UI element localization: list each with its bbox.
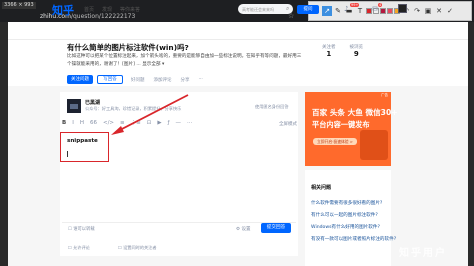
ad-tag: 广告 [381, 93, 388, 97]
avatar[interactable] [398, 4, 407, 13]
bottom-options-bar [60, 242, 298, 256]
repost-setting-checkbox[interactable]: ☐ 谁可以转载 [68, 226, 95, 232]
ask-button[interactable]: 提问 [297, 5, 319, 14]
save-icon[interactable]: ▣ [423, 6, 433, 16]
confirm-icon[interactable]: ✓ [445, 6, 455, 16]
main-nav: 首页 发现 等你来答 [84, 6, 140, 13]
related-question-link[interactable]: 有没有一款可以图片或者照片标注的软件? [311, 234, 411, 246]
site-header [8, 22, 468, 40]
ad-headline: 百家 头条 大鱼 微信30+ [312, 108, 398, 117]
stat-value: 1 [326, 50, 332, 58]
close-icon[interactable]: ✕ [434, 6, 444, 16]
anonymous-answer-link[interactable]: 使用匿名身份回答 [255, 104, 289, 110]
write-answer-button[interactable]: 写回答 [97, 75, 123, 84]
stat-followers: 关注者 1 [322, 44, 336, 58]
bell-icon[interactable]: ♪ [344, 5, 348, 13]
snipaste-toolbar: ▭ ↗ ✎ ▬ T ↶ ↷ ▣ ✕ ✓ [308, 1, 472, 21]
ad-illustration [360, 130, 388, 160]
scrollbar[interactable] [468, 22, 474, 266]
question-actions: 好问题 添加评论 分享 ··· [131, 77, 203, 83]
color-swatch-crimson[interactable] [380, 8, 386, 14]
video-icon[interactable]: ▶ [157, 120, 161, 126]
question-stats: 关注者 1 被浏览 9 [322, 44, 363, 58]
text-icon[interactable]: T [355, 6, 365, 16]
bold-icon[interactable]: B [62, 120, 66, 126]
ordered-list-icon[interactable]: ≡ [120, 120, 125, 126]
related-question-link[interactable]: 有什么可以一起的图片标注软件? [311, 210, 411, 222]
unordered-list-icon[interactable]: ⋮≡ [131, 120, 141, 126]
related-question-link[interactable]: 什么软件需要有很多很好看的图片? [311, 198, 411, 210]
notify-followers-label: 设置同时的关注者 [123, 245, 157, 250]
image-icon[interactable]: ⊡ [147, 120, 152, 126]
color-swatch-pink[interactable] [387, 8, 393, 14]
search-input[interactable]: 高考能还会来来吗 [238, 4, 293, 14]
heading-icon[interactable]: H [80, 120, 84, 126]
formula-icon[interactable]: ƒ [168, 120, 170, 126]
allow-comments-label: 允许评论 [73, 245, 90, 250]
annotation-rectangle [60, 132, 109, 162]
submit-answer-button[interactable]: 提交回答 [261, 223, 291, 233]
pen-icon[interactable]: ✎ [333, 6, 343, 16]
nav-discover[interactable]: 发现 [102, 6, 112, 13]
nav-waiting[interactable]: 等你来答 [120, 6, 140, 13]
nav-home[interactable]: 首页 [84, 6, 94, 13]
arrow-icon[interactable]: ↗ [322, 6, 332, 16]
settings-button[interactable]: ⚙ 设置 [236, 226, 250, 232]
allow-comments-toggle[interactable]: ☐ 允许评论 [68, 245, 90, 251]
left-dark-strip [0, 22, 8, 266]
add-comment-button[interactable]: 添加评论 [154, 77, 172, 83]
settings-label: 设置 [241, 227, 251, 232]
more-button[interactable]: ··· [199, 77, 203, 83]
author-name: 已黑湖 [85, 100, 101, 106]
related-questions-list: 什么软件需要有很多很好看的图片? 有什么可以一起的图片标注软件? Windows… [311, 198, 411, 246]
notification-badge: 99+ [350, 3, 360, 7]
stat-value: 9 [353, 50, 359, 58]
good-question-button[interactable]: 好问题 [131, 77, 145, 83]
ad-cta-button[interactable]: 立即开启·极速体验 > [313, 138, 357, 145]
stat-views: 被浏览 9 [350, 44, 364, 58]
related-questions-title: 相关问题 [311, 185, 332, 191]
zhihu-logo[interactable]: 知乎 [52, 2, 74, 18]
divider-icon[interactable]: — [176, 120, 182, 126]
fullscreen-button[interactable]: 全屏模式 [279, 121, 297, 127]
notify-followers-toggle[interactable]: ☐ 设置同时的关注者 [118, 245, 157, 251]
code-icon[interactable]: </> [103, 120, 114, 126]
quote-icon[interactable]: 66 [90, 120, 97, 126]
answer-editor-card [60, 92, 298, 242]
editor-toolbar: B I H 66 </> ≡ ⋮≡ ⊡ ▶ ƒ — ··· [62, 120, 296, 126]
capture-size-label: 3366 × 993 [2, 2, 36, 9]
question-title: 有什么简单的图片标注软件(win)吗? [67, 43, 189, 52]
zhihu-watermark: 知乎用户 [399, 248, 447, 259]
redo-icon[interactable]: ↷ [412, 6, 422, 16]
repost-setting-label: 谁可以转载 [73, 227, 95, 232]
author-avatar [67, 99, 81, 113]
follow-question-button[interactable]: 关注问题 [67, 75, 93, 84]
ad-subheadline: 平台内容一键发布 [312, 120, 370, 129]
more-tools-icon[interactable]: ··· [187, 120, 192, 126]
share-button[interactable]: 分享 [181, 77, 190, 83]
url-path: /question/122222173 [70, 13, 136, 20]
italic-icon[interactable]: I [72, 120, 74, 126]
message-icon[interactable]: ✉ [372, 5, 378, 13]
search-icon[interactable]: ⌕ [286, 5, 289, 13]
author-bio: 公众号：好工具淘，珍惜记录，积累提升，分享快乐 [85, 106, 182, 111]
related-question-link[interactable]: Windows有什么好用的图片软件? [311, 222, 411, 234]
question-description[interactable]: 比如这种可以把某个位置标注起来，加个箭头啥的，重要的是能够自由加一些标注说明。在… [67, 53, 303, 69]
